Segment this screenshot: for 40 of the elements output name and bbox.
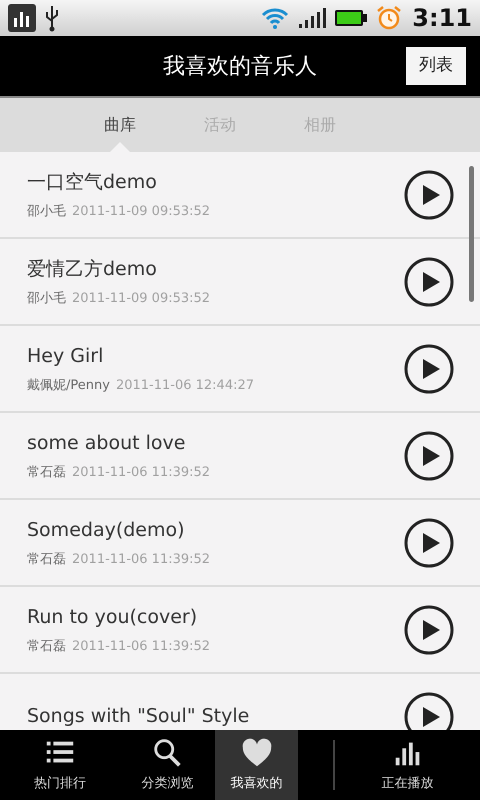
song-title: some about love (27, 430, 186, 456)
artist-name: 常石磊 (27, 551, 66, 569)
clock-time: 3:11 (412, 3, 472, 34)
signal-icon (298, 6, 326, 30)
artist-name: 常石磊 (27, 464, 66, 482)
upload-date: 2011-11-06 11:39:52 (72, 551, 210, 569)
artist-name: 邵小毛 (27, 203, 66, 221)
list-button[interactable]: 列表 (406, 47, 466, 85)
upload-date: 2011-11-06 12:44:27 (116, 377, 254, 395)
song-title: Hey Girl (27, 344, 104, 368)
upload-date: 2011-11-06 11:39:52 (72, 638, 210, 656)
upload-date: 2011-11-06 11:39:52 (72, 464, 210, 482)
artist-name: 常石磊 (27, 638, 66, 656)
nav-tab[interactable]: 我喜欢的 (215, 730, 298, 800)
song-title: Run to you(cover) (27, 604, 198, 630)
nav-tab[interactable]: 正在播放 (335, 730, 480, 800)
upload-date: 2011-11-09 09:53:52 (72, 290, 210, 308)
nav-tab[interactable]: 分类浏览 (120, 730, 215, 800)
alarm-clock-icon (376, 5, 402, 31)
page-title: 我喜欢的音乐人 (162, 52, 318, 80)
battery-icon (334, 8, 368, 28)
nav-tab[interactable]: 热门排行 (0, 730, 120, 800)
song-title: 爱情乙方demo (27, 256, 158, 282)
song-title: Songs with "Soul" Style (27, 704, 250, 730)
play-icon[interactable] (404, 170, 454, 220)
equalizer-app-icon (8, 4, 36, 32)
play-icon[interactable] (404, 604, 454, 654)
usb-icon (44, 4, 60, 32)
upload-date: 2011-11-09 09:53:52 (72, 203, 210, 221)
tab[interactable]: 曲库 (70, 98, 170, 152)
play-icon[interactable] (404, 692, 454, 730)
artist-name: 邵小毛 (27, 290, 66, 308)
play-icon[interactable] (404, 518, 454, 568)
wifi-icon (260, 6, 290, 30)
play-icon[interactable] (404, 256, 454, 306)
artist-name: 戴佩妮/Penny (27, 377, 110, 395)
play-icon[interactable] (404, 430, 454, 480)
play-icon[interactable] (404, 344, 454, 394)
song-title: Someday(demo) (27, 518, 186, 542)
song-title: 一口空气demo (27, 170, 158, 194)
